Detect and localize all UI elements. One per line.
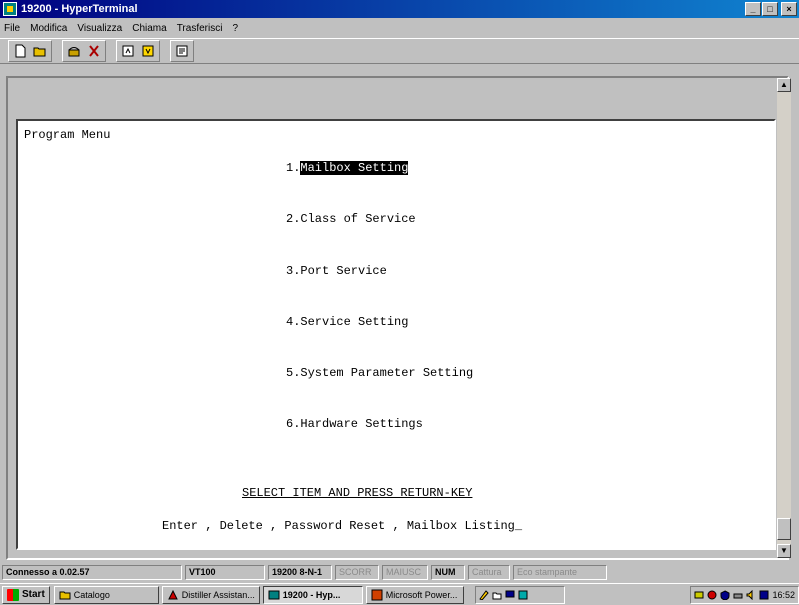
- folder-tray-icon[interactable]: [492, 590, 502, 600]
- status-emulation: VT100: [185, 564, 265, 580]
- status-connected: Connesso a 0.02.57: [2, 564, 182, 580]
- status-num: NUM: [431, 564, 465, 580]
- maximize-button[interactable]: □: [762, 2, 778, 16]
- scroll-thumb[interactable]: [777, 518, 791, 540]
- menu-chiama[interactable]: Chiama: [132, 23, 166, 34]
- task-catalogo[interactable]: Catalogo: [53, 585, 159, 604]
- toolbar-group-properties: [170, 40, 194, 62]
- close-button[interactable]: ×: [781, 2, 797, 16]
- toolbar-group-call: [62, 40, 106, 62]
- powerpoint-icon: [371, 589, 383, 600]
- menu-file[interactable]: File: [4, 23, 20, 34]
- window-title: 19200 - HyperTerminal: [21, 3, 138, 15]
- instruction-text: SELECT ITEM AND PRESS RETURN-KEY: [242, 486, 473, 500]
- terminal-scroll-area: Program Menu 1.Mailbox Setting 2.Class o…: [8, 78, 786, 558]
- menu-item-1-number: 1.: [286, 161, 301, 175]
- clock: 16:52: [772, 589, 795, 600]
- printer-icon[interactable]: [733, 590, 743, 600]
- new-file-icon: [15, 44, 26, 58]
- hyperterminal-icon[interactable]: [3, 2, 17, 16]
- language-icon[interactable]: [759, 590, 769, 600]
- task-powerpoint-label: Microsoft Power...: [385, 589, 458, 600]
- task-hyperterminal[interactable]: 19200 - Hyp...: [262, 585, 363, 604]
- taskbar: Start Catalogo Distiller Assistan... 192…: [0, 583, 799, 605]
- properties-button[interactable]: [172, 42, 192, 60]
- pen-icon[interactable]: [479, 589, 489, 600]
- shield-icon[interactable]: [720, 589, 730, 600]
- image-icon[interactable]: [518, 590, 528, 600]
- menu-help[interactable]: ?: [232, 23, 238, 34]
- open-button[interactable]: [30, 42, 50, 60]
- status-caps: MAIUSC: [382, 564, 428, 580]
- minimize-button[interactable]: _: [745, 2, 761, 16]
- title-bar: 19200 - HyperTerminal _ □ ×: [0, 0, 799, 18]
- scroll-up-button[interactable]: ▲: [777, 78, 791, 92]
- start-label: Start: [22, 589, 45, 600]
- task-hyperterminal-label: 19200 - Hyp...: [282, 589, 341, 600]
- toolbar-group-transfer: [116, 40, 160, 62]
- phone-icon: [68, 47, 80, 57]
- vertical-scrollbar[interactable]: ▲ ▼: [777, 78, 791, 558]
- window-controls: _ □ ×: [745, 2, 797, 16]
- disconnect-button[interactable]: [84, 42, 104, 60]
- new-connection-button[interactable]: [10, 42, 30, 60]
- toolbar-group-file: [8, 40, 52, 62]
- status-capture: Cattura: [468, 564, 510, 580]
- connect-button[interactable]: [64, 42, 84, 60]
- menu-item-4: 4.Service Setting: [286, 315, 409, 329]
- windows-logo-icon: [7, 588, 19, 601]
- folder-icon: [59, 591, 71, 599]
- menu-item-5: 5.System Parameter Setting: [286, 366, 474, 380]
- start-button[interactable]: Start: [2, 585, 50, 604]
- menu-item-3: 3.Port Service: [286, 264, 387, 278]
- status-scroll: SCORR: [335, 564, 379, 580]
- toolbar: [0, 38, 799, 64]
- send-button[interactable]: [118, 42, 138, 60]
- open-folder-icon: [33, 47, 46, 57]
- status-echo: Eco stampante: [513, 564, 607, 580]
- menu-bar: File Modifica Visualizza Chiama Trasferi…: [0, 20, 799, 36]
- quick-launch: [474, 585, 565, 604]
- send-file-icon: [122, 45, 134, 57]
- menu-modifica[interactable]: Modifica: [30, 23, 67, 34]
- task-powerpoint[interactable]: Microsoft Power...: [365, 585, 464, 604]
- task-distiller-label: Distiller Assistan...: [181, 589, 255, 600]
- cursor: _: [514, 519, 523, 533]
- status-bar: Connesso a 0.02.57 VT100 19200 8-N-1 SCO…: [0, 563, 799, 581]
- hang-up-icon: [89, 45, 99, 57]
- terminal-client-area: Program Menu 1.Mailbox Setting 2.Class o…: [6, 76, 791, 560]
- network-icon[interactable]: [694, 590, 704, 600]
- antivirus-icon[interactable]: [707, 590, 717, 600]
- volume-icon[interactable]: [746, 589, 756, 600]
- menu-visualizza[interactable]: Visualizza: [77, 23, 122, 34]
- task-catalogo-label: Catalogo: [73, 589, 110, 600]
- hyperterminal-task-icon: [268, 590, 280, 599]
- menu-trasferisci[interactable]: Trasferisci: [177, 23, 223, 34]
- receive-button[interactable]: [138, 42, 158, 60]
- menu-item-1-highlight: Mailbox Setting: [300, 161, 409, 175]
- command-line: Enter , Delete , Password Reset , Mailbo…: [162, 519, 522, 533]
- distiller-icon: [167, 589, 178, 599]
- task-distiller[interactable]: Distiller Assistan...: [161, 585, 260, 604]
- status-settings: 19200 8-N-1: [268, 564, 332, 580]
- menu-item-6: 6.Hardware Settings: [286, 417, 423, 431]
- receive-file-icon: [142, 45, 154, 57]
- command-options: Enter , Delete , Password Reset , Mailbo…: [162, 519, 515, 533]
- system-tray: 16:52: [690, 585, 799, 604]
- monitor-icon[interactable]: [505, 590, 515, 600]
- menu-heading: Program Menu: [24, 128, 111, 142]
- menu-item-2: 2.Class of Service: [286, 212, 416, 226]
- properties-icon: [176, 45, 188, 57]
- menu-item-1: 1.Mailbox Setting: [286, 161, 409, 175]
- terminal-screen[interactable]: Program Menu 1.Mailbox Setting 2.Class o…: [16, 119, 776, 550]
- scroll-down-button[interactable]: ▼: [777, 544, 791, 558]
